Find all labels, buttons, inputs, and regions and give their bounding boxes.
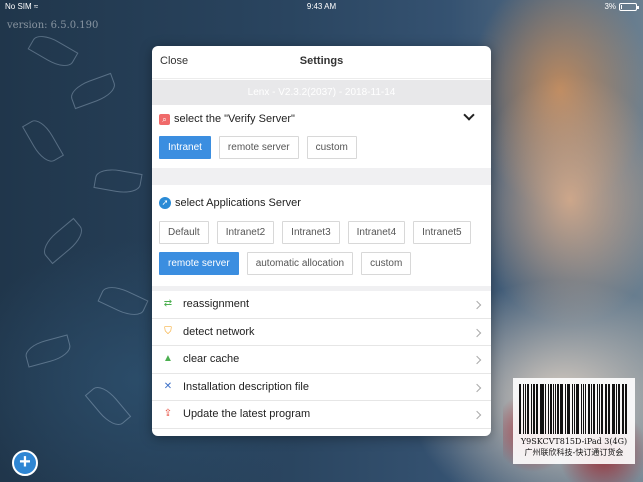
- clock: 9:43 AM: [306, 2, 337, 11]
- leaf-decoration: [97, 281, 149, 321]
- leaf-decoration: [67, 72, 119, 110]
- app-server-intranet4-button[interactable]: Intranet4: [347, 221, 406, 244]
- refresh-icon: ⇄: [163, 298, 173, 310]
- leaf-decoration: [21, 115, 65, 167]
- search-icon: ⌕: [159, 113, 170, 125]
- verify-custom-button[interactable]: custom: [306, 136, 357, 159]
- app-server-default-button[interactable]: Default: [159, 221, 209, 244]
- menu-item-label: Update the latest program: [183, 408, 311, 421]
- leaf-decoration: [38, 217, 88, 265]
- barcode-id: Y9SKCVT815D-iPad 3(4G): [520, 437, 628, 446]
- leaf-decoration: [93, 166, 143, 196]
- dialog-header: Close Settings: [152, 46, 491, 79]
- app-server-custom-button[interactable]: custom: [361, 252, 412, 275]
- app-server-options-row1: Default Intranet2 Intranet3 Intranet4 Intran…: [152, 221, 491, 244]
- menu-item-detect-network[interactable]: ⛉ detect network: [152, 319, 491, 346]
- section-divider: [152, 168, 491, 185]
- app-version: version: 6.5.0.190: [7, 20, 99, 31]
- app-server-intranet2-button[interactable]: Intranet2: [216, 221, 275, 244]
- verify-intranet-button[interactable]: Intranet: [159, 136, 211, 159]
- menu-item-label: clear cache: [183, 353, 240, 366]
- app-server-automatic-allocation-button[interactable]: automatic allocation: [246, 252, 354, 275]
- barcode-company: 广州联欣科技-快订通订货会: [524, 448, 624, 457]
- app-server-remote-server-button[interactable]: remote server: [159, 252, 239, 275]
- battery-icon: [619, 3, 639, 11]
- barcode-card: Y9SKCVT815D-iPad 3(4G) 广州联欣科技-快订通订货会: [513, 378, 635, 464]
- settings-menu: ⇄ reassignment ⛉ detect network ▲ clear cache…: [152, 286, 491, 429]
- chevron-right-icon: [472, 300, 482, 310]
- menu-item-update-the-latest-program[interactable]: ⇪ Update the latest program: [152, 401, 491, 429]
- compass-icon: ➚: [159, 197, 171, 209]
- menu-item-reassignment[interactable]: ⇄ reassignment: [152, 291, 491, 319]
- menu-item-label: Installation description file: [183, 380, 309, 393]
- verify-server-label: select the "Verify Server": [174, 113, 295, 125]
- broom-icon: ▲: [163, 353, 173, 365]
- status-bar: No SIM ≈ 9:43 AM 3%: [0, 0, 643, 14]
- app-server-options-row2: remote server automatic allocation custom: [152, 252, 491, 275]
- barcode-image: [519, 384, 629, 434]
- chevron-right-icon: [472, 383, 482, 392]
- leaf-decoration: [27, 29, 79, 73]
- app-server-heading: ➚ select Applications Server: [152, 191, 491, 215]
- chevron-down-icon[interactable]: [463, 109, 475, 121]
- upload-icon: ⇪: [163, 408, 173, 420]
- battery-indicator: 3%: [604, 0, 639, 14]
- menu-item-label: detect network: [183, 325, 255, 338]
- battery-percent: 3%: [604, 2, 616, 11]
- app-server-label: select Applications Server: [175, 197, 301, 209]
- shield-icon: ⛉: [164, 325, 172, 337]
- verify-remote-server-button[interactable]: remote server: [218, 136, 299, 159]
- verify-server-options: Intranet remote server custom: [152, 136, 491, 159]
- menu-item-clear-cache[interactable]: ▲ clear cache: [152, 346, 491, 374]
- leaf-decoration: [84, 381, 132, 431]
- menu-item-installation-description-file[interactable]: ✕ Installation description file: [152, 374, 491, 401]
- plus-icon: +: [19, 451, 31, 473]
- app-server-intranet5-button[interactable]: Intranet5: [413, 221, 471, 244]
- version-banner: Lenx - V2.3.2(2037) - 2018-11-14: [152, 80, 491, 105]
- verify-server-heading: ⌕ select the "Verify Server": [152, 107, 491, 131]
- app-server-intranet3-button[interactable]: Intranet3: [282, 221, 340, 244]
- tools-icon: ✕: [163, 380, 173, 392]
- menu-item-label: reassignment: [183, 298, 250, 311]
- settings-dialog: Close Settings Lenx - V2.3.2(2037) - 201…: [152, 46, 491, 436]
- leaf-decoration: [22, 334, 74, 368]
- chevron-right-icon: [472, 355, 482, 365]
- chevron-right-icon: [472, 410, 482, 420]
- add-button[interactable]: +: [12, 450, 38, 476]
- chevron-right-icon: [472, 328, 482, 337]
- dialog-title: Settings: [299, 55, 344, 67]
